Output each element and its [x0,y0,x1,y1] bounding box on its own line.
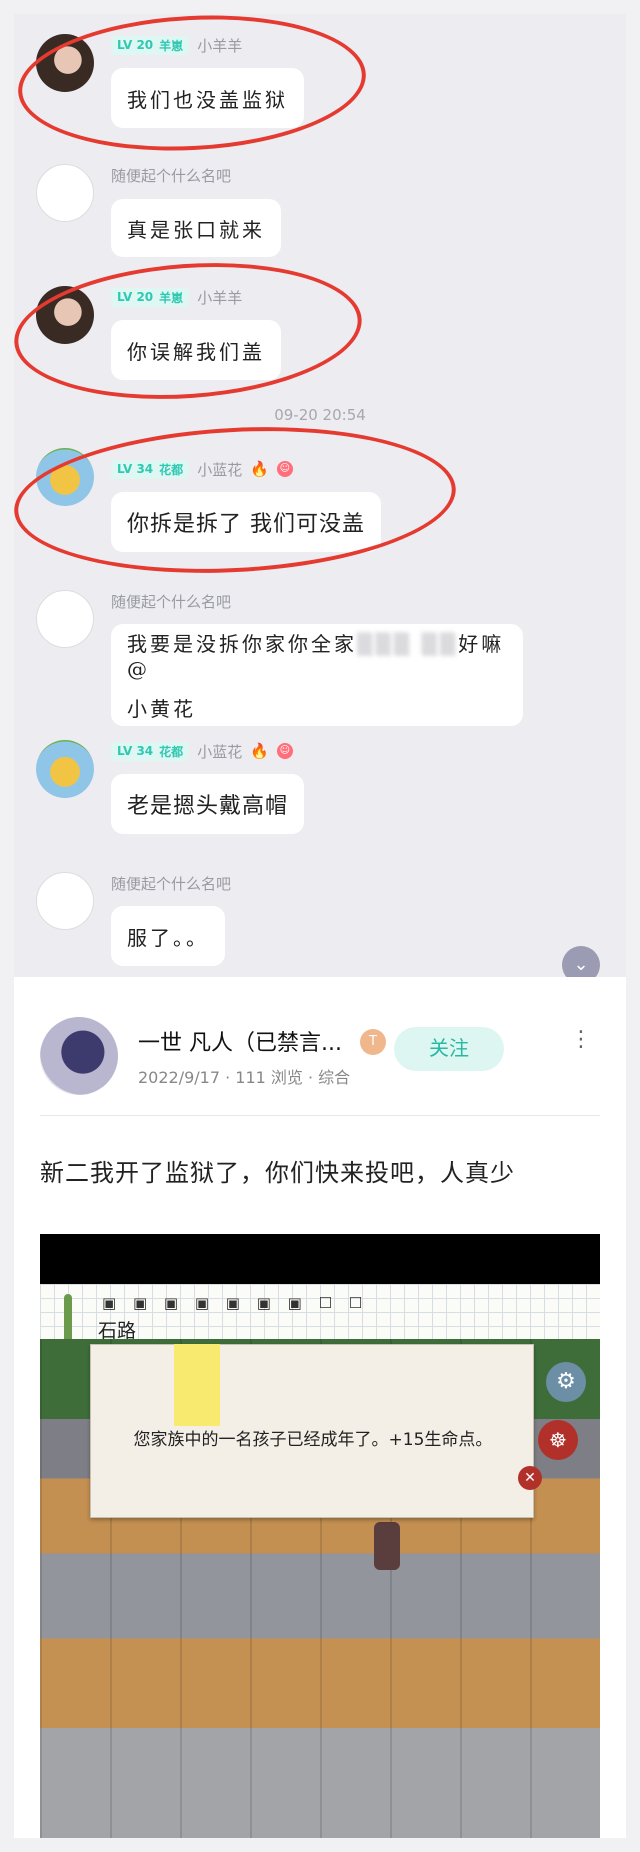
message-bubble[interactable]: 老是摁头戴高帽 [111,774,305,834]
vip-badge-icon: T [360,1029,386,1055]
smile-icon: ☺ [276,743,293,759]
sticky-note [174,1344,220,1426]
game-dialog[interactable]: 您家族中的一名孩子已经成年了。+15生命点。 [90,1344,534,1518]
chat-timestamp: 09-20 20:54 [274,406,366,424]
avatar[interactable] [36,448,94,506]
username[interactable]: 小蓝花 [197,741,242,762]
flame-icon: 🔥 [250,460,269,478]
message-meta: 随便起个什么名吧 [111,872,231,894]
game-screenshot[interactable]: ▣ ▣ ▣ ▣ ▣ ▣ ▣ ☐ ☐ 石路 您家族中的一名孩子已经成年了。+15生… [40,1234,600,1838]
message-bubble[interactable]: 我要是没拆你家你全家▒▒▒ ▒▒好嘛@ 小黄花 [111,624,523,726]
post-meta: 2022/9/17 · 111 浏览 · 综合 [138,1068,351,1087]
message-bubble[interactable]: 我们也没盖监狱 [111,68,304,128]
post-body: 新二我开了监狱了，你们快来投吧，人真少 [40,1159,515,1187]
close-icon[interactable]: ✕ [518,1466,542,1490]
username[interactable]: 随便起个什么名吧 [111,165,231,186]
smile-icon: ☺ [276,461,293,477]
wheel-icon[interactable]: ☸ [538,1420,578,1460]
message-bubble[interactable]: 你误解我们盖 [111,320,281,380]
screenshot-frame: LV 20 羊崽 小羊羊 我们也没盖监狱 随便起个什么名吧 真是张口就来 LV 2… [14,14,626,1838]
message-bubble[interactable]: 你拆是拆了 我们可没盖 [111,492,381,552]
gear-icon[interactable]: ⚙ [546,1362,586,1402]
avatar[interactable] [36,164,94,222]
message-line: 小黄花 [127,697,196,721]
username[interactable]: 小羊羊 [197,287,242,308]
username[interactable]: 随便起个什么名吧 [111,873,231,894]
username[interactable]: 随便起个什么名吧 [111,591,231,612]
author-name[interactable]: 一世 凡人（已禁言... [138,1025,342,1057]
divider [40,1115,600,1116]
post-card: 一世 凡人（已禁言... T 2022/9/17 · 111 浏览 · 综合 关… [14,977,626,1838]
message-meta: LV 34 花都 小蓝花 🔥 ☺ [111,740,293,762]
dialog-message: 您家族中的一名孩子已经成年了。+15生命点。 [133,1430,493,1450]
message-bubble[interactable]: 真是张口就来 [111,199,281,257]
avatar[interactable] [36,590,94,648]
flame-icon: 🔥 [250,742,269,760]
level-badge: LV 34 花都 [111,741,190,761]
game-top-bar [40,1234,600,1284]
message-line: 我要是没拆你家你全家▒▒▒ ▒▒好嘛@ [127,632,505,681]
message-meta: LV 34 花都 小蓝花 🔥 ☺ [111,458,293,480]
follow-button[interactable]: 关注 [394,1027,504,1071]
avatar[interactable] [36,34,94,92]
username[interactable]: 小蓝花 [197,459,242,480]
chat-panel[interactable]: LV 20 羊崽 小羊羊 我们也没盖监狱 随便起个什么名吧 真是张口就来 LV 2… [14,14,626,984]
avatar[interactable] [36,740,94,798]
message-meta: LV 20 羊崽 小羊羊 [111,34,242,56]
message-meta: 随便起个什么名吧 [111,590,231,612]
toolbar-icons: ▣ ▣ ▣ ▣ ▣ ▣ ▣ ☐ ☐ [102,1294,369,1312]
message-meta: LV 20 羊崽 小羊羊 [111,286,242,308]
level-badge: LV 20 羊崽 [111,35,190,55]
author-avatar[interactable] [40,1017,118,1095]
level-badge: LV 34 花都 [111,459,190,479]
avatar[interactable] [36,286,94,344]
more-options-icon[interactable]: ⋮ [570,1029,592,1065]
message-meta: 随便起个什么名吧 [111,164,231,186]
avatar[interactable] [36,872,94,930]
level-badge: LV 20 羊崽 [111,287,190,307]
blurred-text: ▒▒▒ ▒▒ [357,632,459,656]
player-character [374,1522,400,1570]
message-bubble[interactable]: 服了。。 [111,906,225,966]
username[interactable]: 小羊羊 [197,35,242,56]
